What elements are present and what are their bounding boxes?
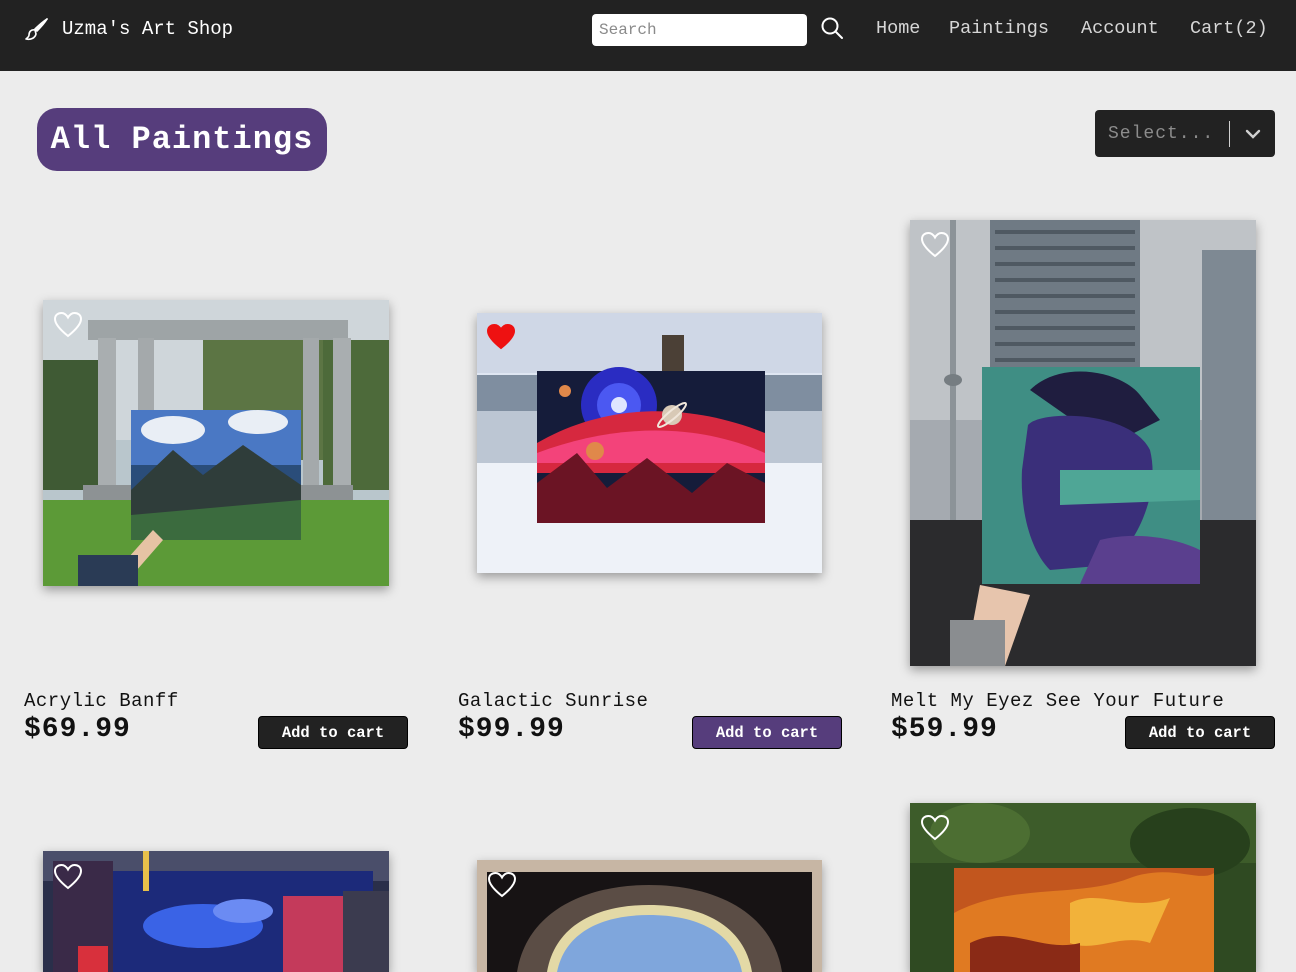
navbar: Uzma's Art Shop Home Paintings Account C… <box>0 0 1296 71</box>
nav-home-link[interactable]: Home <box>876 18 920 39</box>
product-title[interactable]: Galactic Sunrise <box>458 690 648 712</box>
product-title[interactable]: Melt My Eyez See Your Future <box>891 690 1224 712</box>
painting-photo <box>43 851 389 972</box>
painting-photo <box>910 220 1256 666</box>
search-icon <box>821 17 843 39</box>
sort-select-placeholder: Select... <box>1108 123 1215 144</box>
add-to-cart-button[interactable]: Add to cart <box>258 716 408 749</box>
product-image-4[interactable] <box>43 851 389 972</box>
add-to-cart-button[interactable]: Add to cart <box>1125 716 1275 749</box>
favorite-heart-icon[interactable] <box>921 815 949 841</box>
chevron-down-icon <box>1245 129 1260 139</box>
favorite-heart-icon[interactable] <box>921 232 949 258</box>
nav-account-link[interactable]: Account <box>1081 18 1159 39</box>
product-image-melt-my-eyez[interactable] <box>910 220 1256 666</box>
brand-link[interactable]: Uzma's Art Shop <box>24 14 233 44</box>
sort-select[interactable]: Select... <box>1095 110 1275 157</box>
paintbrush-icon <box>25 18 48 41</box>
painting-photo <box>910 803 1256 972</box>
product-price: $59.99 <box>891 714 998 745</box>
add-to-cart-button[interactable]: Add to cart <box>692 716 842 749</box>
painting-photo <box>477 313 822 573</box>
product-price: $69.99 <box>24 714 131 745</box>
favorite-heart-icon[interactable] <box>54 864 82 890</box>
product-image-5[interactable] <box>477 860 822 972</box>
brand-name: Uzma's Art Shop <box>62 18 234 40</box>
product-price: $99.99 <box>458 714 565 745</box>
product-image-galactic-sunrise[interactable] <box>477 313 822 573</box>
product-image-6[interactable] <box>910 803 1256 972</box>
search-button[interactable] <box>818 14 846 42</box>
favorite-heart-icon[interactable] <box>487 324 515 350</box>
page-title: All Paintings <box>37 108 327 171</box>
painting-photo <box>477 860 822 972</box>
search-input[interactable] <box>592 14 807 46</box>
product-title[interactable]: Acrylic Banff <box>24 690 179 712</box>
nav-paintings-link[interactable]: Paintings <box>949 18 1049 39</box>
favorite-heart-icon[interactable] <box>54 312 82 338</box>
favorite-heart-icon[interactable] <box>488 872 516 898</box>
product-image-acrylic-banff[interactable] <box>43 300 389 586</box>
painting-photo <box>43 300 389 586</box>
sort-select-toggle[interactable] <box>1230 129 1275 139</box>
nav-cart-link[interactable]: Cart(2) <box>1190 18 1268 39</box>
